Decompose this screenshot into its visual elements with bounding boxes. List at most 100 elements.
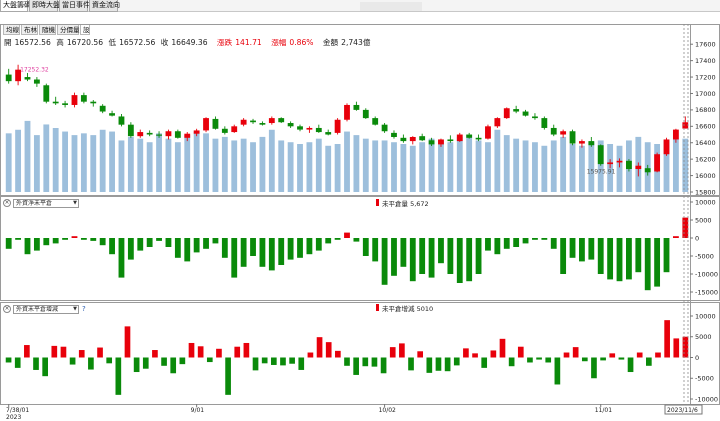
candle-body [52, 101, 59, 104]
panel2-bar [475, 238, 482, 274]
candle-body [428, 140, 435, 145]
volume-bar [334, 144, 341, 192]
candle-body [297, 126, 303, 130]
volume-bar [513, 138, 520, 192]
volume-bar [15, 129, 22, 192]
low-annotation: 15975.91 [587, 169, 616, 176]
volume-bar [231, 140, 238, 192]
panel3-bar [289, 357, 295, 364]
panel2-close-icon[interactable]: × [3, 199, 11, 207]
panel3-bar [463, 348, 469, 358]
panel2-bar [315, 238, 322, 251]
candle-body [532, 116, 538, 119]
volume-bar [400, 144, 407, 192]
volume-bar [259, 136, 266, 192]
volume-bar [588, 142, 595, 192]
candle-body [672, 129, 679, 140]
candle-body [127, 124, 134, 137]
candle-body [663, 139, 670, 155]
panel2-y-tick-label: 10000 [695, 198, 716, 206]
help-icon[interactable]: ? [82, 305, 86, 313]
panel3-bar [563, 352, 570, 358]
volume-bar [419, 142, 426, 192]
candle-body [184, 133, 191, 138]
panel3-bar [554, 357, 561, 385]
panel3-bar [490, 350, 497, 358]
panel3-bar [197, 346, 204, 358]
chevron-down-icon: ▼ [73, 199, 77, 206]
panel3-bar [216, 348, 222, 358]
candle-body [626, 160, 632, 170]
candle-body [268, 118, 275, 124]
panel3-bar [591, 357, 597, 379]
panel2-y-tick-label: 0 [695, 234, 699, 242]
panel2-bar [43, 238, 50, 246]
panel3-bar [206, 357, 213, 363]
volume-bar [391, 142, 397, 192]
panel3-bar [618, 357, 625, 360]
volume-bar [672, 138, 679, 192]
candle-body [5, 74, 12, 82]
candle-body [156, 134, 162, 136]
panel2-bar [193, 238, 200, 253]
panel2-bar [33, 238, 40, 251]
panel3-y-tick-label: -10000 [695, 395, 718, 403]
panel3-bar [280, 357, 286, 366]
panel3-bar [682, 336, 689, 358]
chevron-down-icon: ▼ [73, 305, 77, 312]
candle-body [569, 131, 576, 144]
panel3-bar [252, 357, 259, 371]
candle-body [513, 109, 520, 112]
panel3-bar [170, 357, 177, 374]
candle-body [447, 139, 454, 142]
y-tick-label: 16800 [695, 106, 716, 114]
volume-bar [447, 142, 454, 192]
y-tick-label: 17400 [695, 57, 716, 65]
x-tick-label: 11/01 [595, 407, 612, 414]
panel2-indicator-select[interactable]: 外資淨未平倉 ▼ [13, 198, 79, 208]
market-chart[interactable]: 15800 16000 16200 16400 16600 16800 17000 17200… [0, 0, 720, 421]
panel3-y-tick-label: 5000 [695, 333, 712, 341]
panel2-bar [626, 238, 632, 280]
panel2-bar [597, 238, 604, 274]
panel2-bar [644, 238, 651, 291]
panel2-bar [532, 238, 538, 240]
volume-bar [287, 142, 294, 192]
candle-body [503, 108, 510, 119]
panel3-close-icon[interactable]: × [3, 305, 11, 313]
candle-body [109, 113, 115, 116]
candle-body [33, 79, 40, 84]
volume-bar [541, 145, 548, 192]
x-tick-label: 10/02 [379, 407, 396, 414]
volume-bar [456, 136, 463, 192]
candle-body [118, 116, 125, 125]
panel2-bar [80, 238, 87, 240]
candle-body [419, 136, 426, 141]
candle-body [560, 131, 567, 135]
volume-bar [146, 142, 153, 192]
panel2-bar [588, 238, 595, 260]
panel2-bar [550, 238, 557, 249]
volume-bar [315, 138, 322, 192]
panel3-y-tick-label: 10000 [695, 312, 716, 320]
candle-body [550, 127, 557, 135]
panel3-bar [234, 346, 241, 358]
panel3-bar [78, 350, 85, 358]
panel3-bar [133, 357, 140, 373]
candle-body [522, 111, 529, 116]
panel2-bar [485, 238, 491, 251]
candle-body [485, 126, 491, 139]
volume-bar [90, 135, 97, 192]
volume-bar [616, 145, 623, 192]
panel3-bar [60, 346, 67, 358]
panel2-y-tick-label: -5000 [695, 252, 714, 260]
panel3-indicator-select[interactable]: 外資未平倉增減 ▼ [13, 304, 79, 314]
panel2-bar [362, 238, 369, 256]
panel3-bar [225, 357, 231, 395]
candle-body [362, 109, 369, 119]
panel2-bar [513, 238, 520, 247]
panel3-bar [335, 350, 341, 358]
candle-body [278, 118, 285, 123]
panel2-bar [221, 238, 228, 258]
panel2-bar [503, 238, 510, 249]
